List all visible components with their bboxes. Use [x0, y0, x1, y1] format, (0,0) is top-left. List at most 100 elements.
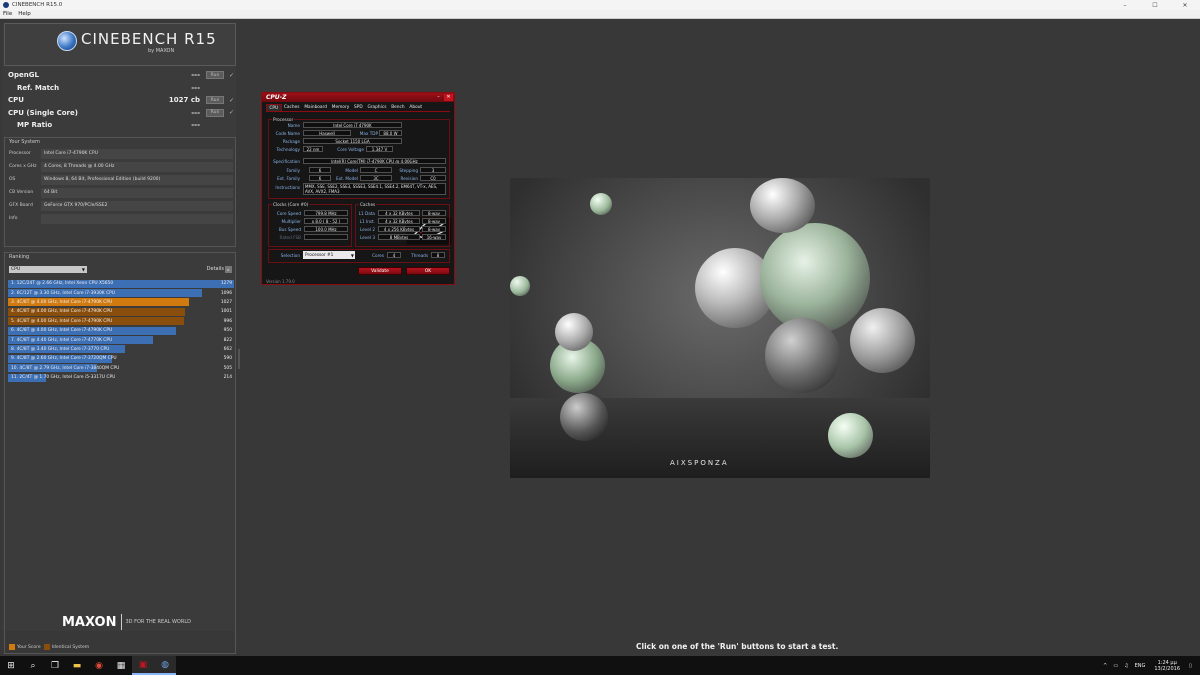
cpu-run-button[interactable]: Run	[206, 96, 224, 105]
test-value: 1027 cb	[168, 96, 200, 105]
check-icon[interactable]: ✓	[229, 97, 234, 104]
model-value: C	[360, 167, 392, 173]
core-voltage-label: Core Voltage	[337, 147, 364, 152]
maximize-button[interactable]: ☐	[1140, 2, 1170, 9]
group-title: Processor	[272, 117, 295, 122]
cpuz-tab-about[interactable]: About	[407, 104, 425, 111]
ranking-score: 822	[223, 337, 232, 343]
chrome-icon[interactable]: ◉	[88, 656, 110, 675]
instructions-label: Instructions	[275, 185, 300, 190]
cpuz-tab-bench[interactable]: Bench	[389, 104, 407, 111]
cpuz-tab-mainboard[interactable]: Mainboard	[302, 104, 329, 111]
status-message: Click on one of the 'Run' buttons to sta…	[636, 642, 839, 651]
system-value: Windows 8, 64 Bit, Professional Edition …	[41, 174, 233, 185]
system-row: Cores x GHz 4 Cores, 8 Threads @ 4.00 GH…	[7, 161, 233, 172]
system-value: Intel Core i7-4790K CPU	[41, 148, 233, 159]
selection-label: Selection	[280, 253, 300, 258]
ranking-row[interactable]: 6. 4C/8T @ 4.00 GHz, Intel Core i7-4790K…	[8, 326, 234, 335]
volume-icon[interactable]: ♫	[1124, 663, 1128, 669]
rated-fsb-value	[304, 234, 348, 240]
render-watermark: AIXSPONZA	[670, 459, 729, 467]
cpuz-taskbar-icon[interactable]: ▣	[132, 656, 154, 675]
your-system-panel: Your System Processor Intel Core i7-4790…	[4, 137, 236, 247]
codename-label: Code Name	[275, 131, 300, 136]
close-button[interactable]: ✕	[1170, 2, 1200, 9]
check-icon[interactable]: ✓	[229, 109, 234, 116]
menu-file[interactable]: File	[0, 11, 15, 17]
maxon-logo: MAXON 3D FOR THE REAL WORLD	[62, 614, 191, 630]
ext-model-value: 3C	[360, 175, 392, 181]
task-view-icon[interactable]: ❐	[44, 656, 66, 675]
multiplier-value: x 8.0 ( 8 - 52 )	[304, 218, 348, 224]
ranking-row[interactable]: 7. 4C/8T @ 4.40 GHz, Intel Core i7-4770K…	[8, 335, 234, 345]
info-field[interactable]	[41, 213, 233, 224]
cpuz-titlebar[interactable]: CPU-Z – ✕	[262, 93, 454, 102]
clock[interactable]: 1:24 μμ 13/2/2016	[1154, 660, 1180, 672]
language-indicator[interactable]: ENG	[1135, 663, 1146, 669]
file-explorer-icon[interactable]: ▬	[66, 656, 88, 675]
check-icon[interactable]: ✓	[229, 72, 234, 79]
opengl-run-button[interactable]: Run	[206, 71, 224, 80]
test-name: Ref. Match	[17, 83, 60, 92]
ranking-row[interactable]: 10. 4C/8T @ 2.79 GHz, Intel Core i7-3840…	[8, 364, 234, 373]
cache-size: 8 MBytes	[378, 234, 420, 240]
your-system-title: Your System	[9, 139, 40, 145]
cpuz-tab-spd[interactable]: SPD	[352, 104, 365, 111]
left-panel: CINEBENCH R15 by MAXON OpenGL --- Run ✓ …	[2, 23, 236, 654]
search-icon[interactable]: ⌕	[22, 656, 44, 675]
details-toggle-icon[interactable]: ▸	[225, 266, 232, 273]
test-value: ---	[191, 83, 200, 92]
tray-overflow-icon[interactable]: ^	[1103, 663, 1107, 669]
rated-fsb-label: Rated FSB	[279, 235, 301, 240]
ranking-row[interactable]: 8. 4C/8T @ 3.40 GHz, Intel Core i7-3770 …	[8, 345, 234, 354]
test-name: OpenGL	[8, 71, 39, 80]
ranking-row[interactable]: 3. 4C/8T @ 4.00 GHz, Intel Core i7-4790K…	[8, 298, 234, 307]
bus-speed-label: Bus Speed	[278, 227, 301, 232]
cpuz-tab-memory[interactable]: Memory	[329, 104, 351, 111]
stepping-label: Stepping	[399, 168, 418, 173]
minimize-button[interactable]: –	[1110, 2, 1140, 9]
model-label: Model	[345, 168, 358, 173]
cinebench-logo-icon	[57, 31, 77, 51]
ranking-row[interactable]: 11. 2C/4T @ 1.70 GHz, Intel Core i5-3317…	[8, 373, 234, 382]
legend-your-score: Your Score	[17, 644, 41, 650]
calculator-icon[interactable]: ▦	[110, 656, 132, 675]
details-label[interactable]: Details	[207, 266, 224, 272]
cpuz-tab-graphics[interactable]: Graphics	[365, 104, 389, 111]
cpuz-window: CPU-Z – ✕ CPU Caches Mainboard Memory SP…	[261, 92, 455, 285]
cpuz-tab-caches[interactable]: Caches	[282, 104, 302, 111]
stepping-value: 3	[420, 167, 446, 173]
ranking-row[interactable]: 5. 4C/8T @ 4.00 GHz, Intel Core i7-4790K…	[8, 317, 234, 326]
ranking-row[interactable]: 2. 6C/12T @ 3.30 GHz, Intel Core i7-3930…	[8, 288, 234, 298]
ext-family-label: Ext. Family	[277, 176, 300, 181]
notifications-icon[interactable]: ▯	[1189, 663, 1197, 669]
cinebench-taskbar-icon[interactable]: ◍	[154, 656, 176, 675]
network-icon[interactable]: ▭	[1113, 663, 1118, 669]
cpuz-close-button[interactable]: ✕	[444, 94, 453, 101]
validate-button[interactable]: Validate	[358, 267, 402, 275]
ranking-row[interactable]: 1. 12C/24T @ 2.66 GHz, Intel Xeon CPU X5…	[8, 279, 234, 288]
ranking-select[interactable]: CPU ▼	[9, 266, 87, 273]
cpu-single-run-button[interactable]: Run	[206, 108, 224, 117]
windows-start-icon[interactable]: ⊞	[0, 656, 22, 675]
menu-help[interactable]: Help	[15, 11, 34, 17]
ranking-row[interactable]: 9. 4C/8T @ 2.60 GHz, Intel Core i7-3720Q…	[8, 354, 234, 363]
cpuz-tab-cpu[interactable]: CPU	[266, 104, 282, 111]
ok-button[interactable]: OK	[406, 267, 450, 275]
processor-select[interactable]: Processor #1 ▼	[303, 251, 355, 259]
cache-size: 4 x 32 KBytes	[378, 218, 420, 224]
panel-splitter[interactable]	[238, 349, 240, 369]
system-key: CB Version	[9, 190, 34, 195]
ranking-row[interactable]: 4. 4C/8T @ 4.00 GHz, Intel Core i7-4790K…	[8, 307, 234, 316]
render-sphere	[590, 193, 612, 215]
ranking-score: 950	[223, 328, 232, 334]
test-row-cpu-single: CPU (Single Core) --- Run ✓	[4, 107, 236, 120]
ranking-panel: Ranking CPU ▼ Details ▸ 1. 12C/24T @ 2.6…	[4, 252, 236, 654]
revision-label: Revision	[400, 176, 418, 181]
cache-way: 8-way	[422, 210, 446, 216]
test-value: ---	[191, 71, 200, 80]
ranking-label: 9. 4C/8T @ 2.60 GHz, Intel Core i7-3720Q…	[11, 356, 117, 362]
package-label: Package	[282, 139, 300, 144]
cpuz-minimize-button[interactable]: –	[434, 94, 443, 101]
instructions-value: MMX, SSE, SSE2, SSE3, SSSE3, SSE4.1, SSE…	[303, 183, 446, 195]
